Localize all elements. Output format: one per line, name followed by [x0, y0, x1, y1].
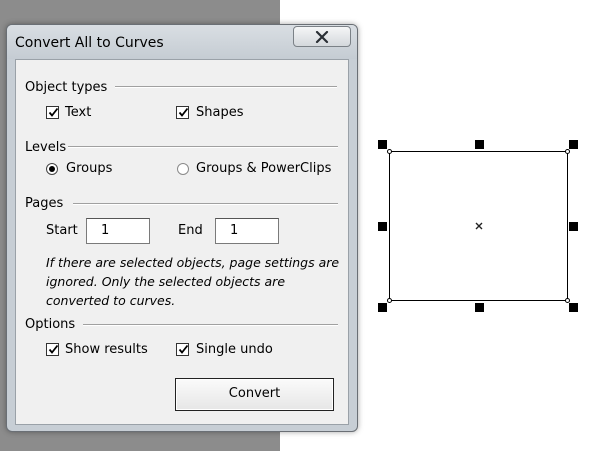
- checkmark-icon: [178, 344, 189, 354]
- single-undo-checkbox[interactable]: [176, 343, 189, 356]
- levels-heading: Levels: [25, 140, 67, 155]
- groups-radio[interactable]: [46, 163, 58, 175]
- pages-heading: Pages: [25, 196, 64, 211]
- groups-radio-label[interactable]: Groups: [66, 161, 112, 176]
- shapes-checkbox[interactable]: [176, 106, 189, 119]
- pages-note: If there are selected objects, page sett…: [46, 253, 339, 310]
- start-label: Start: [46, 223, 78, 238]
- checkmark-icon: [48, 344, 59, 354]
- resize-handle-left[interactable]: [378, 222, 387, 231]
- dialog-titlebar[interactable]: Convert All to Curves: [7, 25, 357, 59]
- options-heading: Options: [25, 317, 76, 332]
- groups-powerclips-radio-label[interactable]: Groups & PowerClips: [196, 161, 331, 176]
- resize-handle-top-left[interactable]: [378, 140, 387, 149]
- resize-handle-top-right[interactable]: [569, 140, 578, 149]
- show-results-checkbox[interactable]: [46, 343, 59, 356]
- resize-handle-bottom-right[interactable]: [569, 303, 578, 312]
- checkmark-icon: [48, 107, 59, 117]
- resize-handle-bottom[interactable]: [475, 303, 484, 312]
- corner-node[interactable]: [387, 298, 392, 303]
- pages-note-line: If there are selected objects, page sett…: [46, 255, 340, 270]
- pages-note-line: ignored. Only the selected objects are: [46, 274, 286, 289]
- text-checkbox[interactable]: [46, 106, 59, 119]
- convert-button[interactable]: Convert: [175, 378, 334, 411]
- pages-separator: [73, 203, 338, 205]
- groups-powerclips-radio[interactable]: [177, 163, 189, 175]
- resize-handle-bottom-left[interactable]: [378, 303, 387, 312]
- text-checkbox-label[interactable]: Text: [65, 105, 91, 120]
- object-types-separator: [115, 86, 337, 88]
- single-undo-label[interactable]: Single undo: [196, 342, 273, 357]
- resize-handle-top[interactable]: [475, 140, 484, 149]
- resize-handle-right[interactable]: [569, 222, 578, 231]
- convert-all-to-curves-dialog: Convert All to Curves Object types Text …: [6, 24, 358, 432]
- end-label: End: [178, 223, 203, 238]
- end-page-input[interactable]: 1: [215, 218, 279, 244]
- pages-note-line: converted to curves.: [46, 293, 176, 308]
- close-button[interactable]: [293, 26, 351, 47]
- dialog-title: Convert All to Curves: [15, 35, 164, 51]
- shapes-checkbox-label[interactable]: Shapes: [196, 105, 243, 120]
- start-page-input[interactable]: 1: [86, 218, 150, 244]
- object-types-heading: Object types: [25, 80, 108, 95]
- close-icon: [315, 31, 329, 43]
- corner-node[interactable]: [565, 149, 570, 154]
- show-results-label[interactable]: Show results: [65, 342, 148, 357]
- options-separator: [83, 324, 338, 326]
- checkmark-icon: [178, 107, 189, 117]
- levels-separator: [68, 146, 338, 148]
- corner-node[interactable]: [387, 149, 392, 154]
- dialog-client-area: Object types Text Shapes Levels Groups G…: [15, 59, 349, 425]
- center-x-icon: [475, 222, 483, 230]
